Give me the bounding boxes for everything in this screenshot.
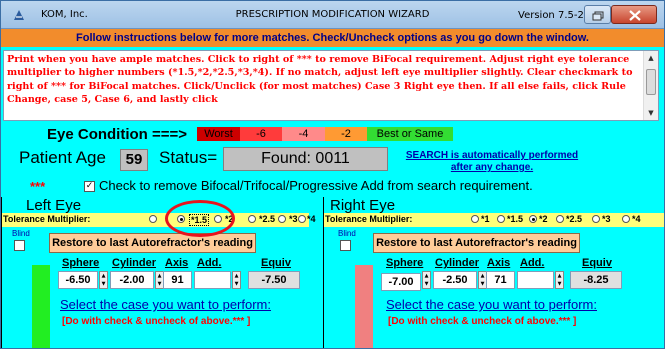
restore-icon (592, 11, 604, 21)
severity-best: Best or Same (367, 127, 453, 141)
left-eye-title: Left Eye (26, 197, 82, 214)
patient-age-value: 59 (120, 149, 148, 171)
right-add-field[interactable] (517, 271, 554, 289)
right-add-spinner[interactable]: ▲ ▼ (555, 271, 564, 289)
version-label: Version 7.5-2 (518, 10, 584, 21)
severity-worst: Worst (197, 127, 240, 141)
close-icon (629, 10, 641, 21)
left-tolerance-bar: Tolerance Multiplier: *1.5 *2 *2.5 *3 *4 (2, 213, 316, 227)
patient-age-label: Patient Age (19, 148, 106, 167)
instructions-textbox[interactable]: Print when you have ample matches. Click… (3, 50, 659, 121)
right-tol-radio-2.5[interactable] (556, 215, 564, 223)
right-axis-field[interactable]: 71 (486, 271, 515, 289)
left-sphere-field[interactable]: -6.50 (58, 271, 98, 289)
close-window-button[interactable] (611, 5, 657, 24)
right-tol-label-2.5: *2.5 (566, 214, 583, 224)
left-restore-button[interactable]: Restore to last Autorefractor's reading (49, 233, 256, 253)
severity-minus-4: -4 (282, 127, 325, 141)
right-sphere-header: Sphere (386, 257, 424, 269)
right-tol-radio-2[interactable] (529, 215, 537, 223)
right-blind-label: Blind (338, 229, 356, 238)
right-tol-label-2: *2 (539, 214, 548, 224)
right-axis-header: Axis (487, 257, 511, 269)
right-tol-label-3: *3 (602, 214, 611, 224)
right-cylinder-field[interactable]: -2.50 (433, 271, 477, 289)
right-tol-label-4: *4 (632, 214, 641, 224)
left-cylinder-header: Cylinder (112, 257, 157, 269)
left-case-hint: [Do with check & uncheck of above.*** ] (62, 316, 251, 327)
severity-minus-2: -2 (325, 127, 367, 141)
search-note: SEARCH is automatically performed after … (405, 150, 579, 173)
right-tol-radio-1.5[interactable] (497, 215, 505, 223)
left-tol-label-4: *4 (307, 214, 316, 224)
right-select-case-label: Select the case you want to perform: (386, 297, 597, 312)
restore-window-button[interactable] (584, 5, 611, 24)
status-value: Found: 0011 (223, 147, 388, 171)
bifocal-label: Check to remove Bifocal/Trifocal/Progres… (99, 178, 533, 193)
left-equiv-header: Equiv (261, 257, 291, 269)
left-condition-bar (32, 265, 50, 348)
right-equiv-header: Equiv (582, 257, 612, 269)
left-cylinder-field[interactable]: -2.00 (110, 271, 154, 289)
right-tol-label-1: *1 (481, 214, 490, 224)
right-tol-radio-3[interactable] (592, 215, 600, 223)
left-select-case-label: Select the case you want to perform: (60, 297, 271, 312)
scroll-up-icon[interactable]: ▲ (644, 51, 658, 65)
left-blind-label: Blind (12, 229, 30, 238)
highlight-circle (165, 200, 235, 237)
eye-condition-label: Eye Condition ===> (47, 126, 188, 143)
left-equiv-field: -7.50 (248, 271, 300, 289)
right-sphere-field[interactable]: -7.00 (381, 273, 421, 291)
severity-minus-6: -6 (240, 127, 282, 141)
left-sphere-spinner[interactable]: ▲ ▼ (99, 271, 108, 289)
bifocal-stars: *** (30, 179, 46, 194)
right-tol-radio-1[interactable] (471, 215, 479, 223)
left-axis-field[interactable]: 91 (163, 271, 192, 289)
right-tolerance-bar: Tolerance Multiplier: *1 *1.5 *2 *2.5 *3… (324, 213, 664, 227)
right-blind-checkbox[interactable] (340, 240, 351, 251)
right-case-hint: [Do with check & uncheck of above.*** ] (388, 316, 577, 327)
left-eye-panel: Left Eye Tolerance Multiplier: *1.5 *2 *… (1, 197, 316, 348)
title-bar[interactable]: KOM, Inc. PRESCRIPTION MODIFICATION WIZA… (1, 1, 664, 29)
left-tolerance-label: Tolerance Multiplier: (3, 214, 91, 224)
right-eye-title: Right Eye (330, 197, 396, 214)
left-tol-radio-1[interactable] (149, 215, 157, 223)
left-tol-radio-2.5[interactable] (248, 215, 256, 223)
left-tol-radio-4[interactable] (298, 215, 306, 223)
bifocal-checkbox[interactable]: ✓ (84, 181, 95, 192)
right-equiv-field: -8.25 (570, 271, 622, 289)
right-restore-button[interactable]: Restore to last Autorefractor's reading (373, 233, 580, 253)
left-add-header: Add. (197, 257, 222, 269)
left-tol-label-2.5: *2.5 (259, 214, 276, 224)
right-tol-label-1.5: *1.5 (507, 214, 524, 224)
scroll-thumb[interactable] (646, 69, 656, 95)
left-tol-radio-3[interactable] (278, 215, 286, 223)
left-add-field[interactable] (194, 271, 231, 289)
instructions-scrollbar[interactable]: ▲ ▼ (643, 51, 658, 120)
left-tol-label-3: *3 (289, 214, 298, 224)
status-label: Status= (159, 148, 218, 167)
right-add-header: Add. (520, 257, 545, 269)
right-cylinder-header: Cylinder (435, 257, 480, 269)
left-sphere-header: Sphere (62, 257, 100, 269)
right-tol-radio-4[interactable] (622, 215, 630, 223)
right-eye-panel: Right Eye Tolerance Multiplier: *1 *1.5 … (323, 197, 664, 348)
right-tolerance-label: Tolerance Multiplier: (325, 214, 413, 224)
left-axis-header: Axis (165, 257, 189, 269)
left-add-spinner[interactable]: ▲ ▼ (232, 271, 241, 289)
right-condition-bar (355, 265, 373, 348)
scroll-down-icon[interactable]: ▼ (644, 106, 658, 120)
right-sphere-spinner[interactable]: ▲ ▼ (422, 271, 431, 289)
left-blind-checkbox[interactable] (14, 240, 25, 251)
instructions-text: Print when you have ample matches. Click… (7, 54, 633, 106)
instruction-banner: Follow instructions below for more match… (1, 29, 664, 47)
prescription-wizard-window: KOM, Inc. PRESCRIPTION MODIFICATION WIZA… (0, 0, 665, 349)
